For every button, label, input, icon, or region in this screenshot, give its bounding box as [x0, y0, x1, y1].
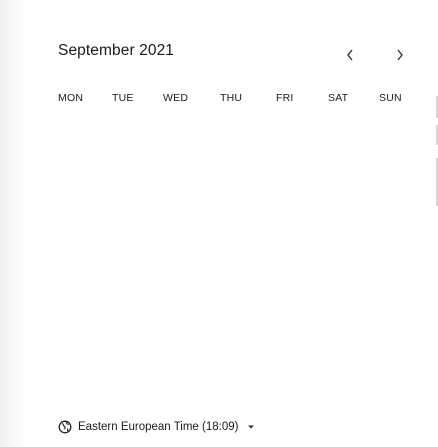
booking-calendar-panel: September 2021 MON TUE WED THU FRI SAT S…	[0, 0, 438, 447]
weekday-label: FRI	[276, 92, 294, 104]
left-shadow-edge	[0, 0, 26, 447]
weekday-label: SUN	[379, 92, 402, 104]
chevron-right-icon	[397, 49, 403, 61]
month-title: September 2021	[58, 42, 175, 59]
weekday-label: TUE	[112, 92, 134, 104]
globe-icon	[58, 420, 72, 434]
timezone-label: Eastern European Time (18:09)	[78, 421, 239, 433]
weekday-header-row: MON TUE WED THU FRI SAT SUN	[0, 92, 438, 106]
previous-month-button[interactable]	[343, 46, 357, 64]
chevron-left-icon	[347, 49, 353, 61]
caret-down-icon	[248, 425, 255, 429]
weekday-label: THU	[220, 92, 243, 104]
weekday-label: SAT	[328, 92, 349, 104]
weekday-label: WED	[163, 92, 189, 104]
timezone-selector[interactable]: Eastern European Time (18:09)	[58, 419, 255, 435]
weekday-label: MON	[58, 92, 84, 104]
next-month-button[interactable]	[393, 46, 407, 64]
